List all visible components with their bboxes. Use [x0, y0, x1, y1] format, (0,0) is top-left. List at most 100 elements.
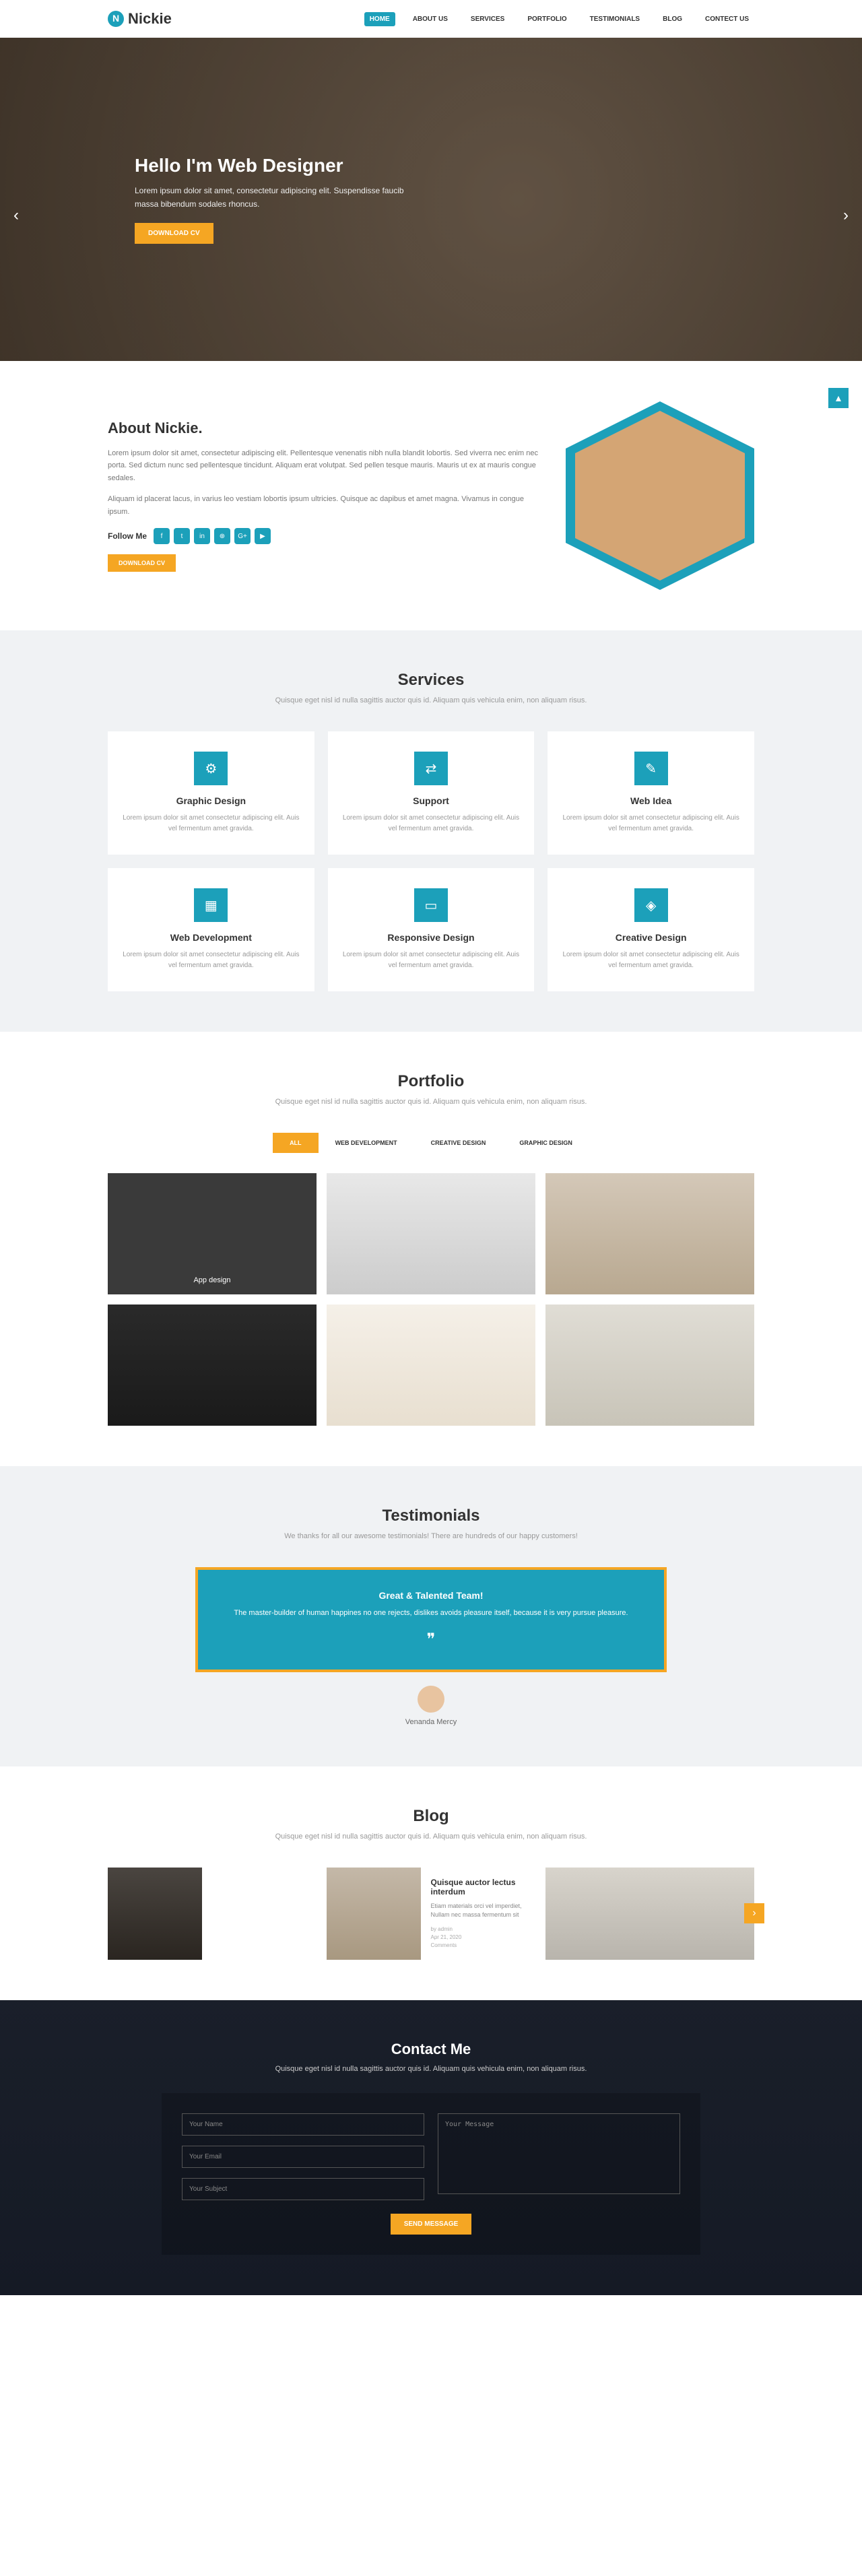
nav-services[interactable]: SERVICES: [465, 12, 510, 26]
blog-image: [108, 1868, 202, 1960]
service-desc: Lorem ipsum dolor sit amet consectetur a…: [341, 950, 521, 971]
quote-icon: ❞: [218, 1630, 644, 1649]
name-input[interactable]: [182, 2113, 424, 2136]
blog-date: Apr 21, 2020: [431, 1934, 526, 1942]
social-icons: f t in ⊕ G+ ▶: [154, 528, 271, 544]
service-icon: ⚙: [194, 752, 228, 785]
testimonial-text: The master-builder of human happines no …: [218, 1608, 644, 1620]
portfolio-item[interactable]: [545, 1173, 754, 1294]
portfolio-item[interactable]: [327, 1173, 535, 1294]
service-title: Graphic Design: [121, 795, 301, 806]
service-desc: Lorem ipsum dolor sit amet consectetur a…: [121, 813, 301, 834]
portfolio-title: Portfolio: [108, 1072, 754, 1091]
blog-item[interactable]: [108, 1868, 317, 1960]
service-title: Responsive Design: [341, 932, 521, 943]
logo[interactable]: Nickie: [108, 10, 172, 28]
linkedin-icon[interactable]: in: [194, 528, 210, 544]
testimonials-section: Testimonials We thanks for all our aweso…: [0, 1466, 862, 1766]
about-section: ▴ About Nickie. Lorem ipsum dolor sit am…: [0, 361, 862, 630]
hero-subtitle: Lorem ipsum dolor sit amet, consectetur …: [135, 185, 404, 210]
tab-web-dev[interactable]: WEB DEVELOPMENT: [319, 1133, 414, 1153]
services-title: Services: [108, 671, 754, 690]
blog-item[interactable]: Quisque auctor lectus interdum Etiam mat…: [327, 1868, 535, 1960]
tab-all[interactable]: ALL: [273, 1133, 319, 1153]
nav-contact[interactable]: CONTECT US: [700, 12, 754, 26]
message-input[interactable]: [438, 2113, 680, 2194]
author-avatar: [418, 1686, 444, 1713]
tab-creative[interactable]: CREATIVE DESIGN: [414, 1133, 503, 1153]
email-input[interactable]: [182, 2146, 424, 2168]
youtube-icon[interactable]: ▶: [255, 528, 271, 544]
facebook-icon[interactable]: f: [154, 528, 170, 544]
about-cta-button[interactable]: DOWNLOAD CV: [108, 554, 176, 572]
blog-title: Blog: [108, 1807, 754, 1826]
blog-post-title: Quisque auctor lectus interdum: [431, 1878, 526, 1896]
about-paragraph-1: Lorem ipsum dolor sit amet, consectetur …: [108, 447, 539, 485]
blog-comments: Comments: [431, 1942, 526, 1950]
about-title: About Nickie.: [108, 420, 539, 437]
portfolio-item[interactable]: [327, 1304, 535, 1426]
nav-testimonials[interactable]: TESTIMONIALS: [585, 12, 645, 26]
blog-next-arrow[interactable]: ›: [744, 1903, 764, 1923]
follow-label: Follow Me: [108, 531, 147, 541]
service-icon: ▭: [414, 888, 448, 922]
hero-cta-button[interactable]: DOWNLOAD CV: [135, 223, 213, 244]
service-title: Web Idea: [561, 795, 741, 806]
portfolio-item[interactable]: App design: [108, 1173, 317, 1294]
services-section: Services Quisque eget nisl id nulla sagi…: [0, 630, 862, 1032]
service-desc: Lorem ipsum dolor sit amet consectetur a…: [561, 950, 741, 971]
services-subtitle: Quisque eget nisl id nulla sagittis auct…: [108, 696, 754, 704]
nav-about[interactable]: ABOUT US: [407, 12, 453, 26]
service-icon: ✎: [634, 752, 668, 785]
portfolio-item[interactable]: [108, 1304, 317, 1426]
nav-blog[interactable]: BLOG: [657, 12, 688, 26]
about-paragraph-2: Aliquam id placerat lacus, in varius leo…: [108, 493, 539, 518]
hero-next-arrow[interactable]: ›: [836, 199, 855, 232]
contact-section: Contact Me Quisque eget nisl id nulla sa…: [0, 2000, 862, 2295]
hero-title: Hello I'm Web Designer: [135, 155, 727, 176]
testimonials-subtitle: We thanks for all our awesome testimonia…: [108, 1532, 754, 1540]
blog-image: [327, 1868, 421, 1960]
service-card: ✎Web IdeaLorem ipsum dolor sit amet cons…: [548, 731, 754, 855]
logo-icon: [108, 11, 124, 27]
subject-input[interactable]: [182, 2178, 424, 2200]
service-card: ⚙ Graphic Design Lorem ipsum dolor sit ame…: [108, 731, 314, 855]
blog-subtitle: Quisque eget nisl id nulla sagittis auct…: [108, 1832, 754, 1841]
portfolio-subtitle: Quisque eget nisl id nulla sagittis auct…: [108, 1098, 754, 1106]
portfolio-overlay-title: App design: [108, 1266, 317, 1294]
tab-graphic[interactable]: GRAPHIC DESIGN: [502, 1133, 589, 1153]
testimonials-title: Testimonials: [108, 1507, 754, 1525]
portfolio-item[interactable]: [545, 1304, 754, 1426]
service-title: Creative Design: [561, 932, 741, 943]
testimonial-box-title: Great & Talented Team!: [218, 1590, 644, 1601]
nav-home[interactable]: HOME: [364, 12, 395, 26]
service-desc: Lorem ipsum dolor sit amet consectetur a…: [341, 813, 521, 834]
main-nav: HOME ABOUT US SERVICES PORTFOLIO TESTIMO…: [364, 12, 754, 26]
logo-text: Nickie: [128, 10, 172, 28]
nav-portfolio[interactable]: PORTFOLIO: [522, 12, 572, 26]
instagram-icon[interactable]: ⊕: [214, 528, 230, 544]
hero-section: ‹ › Hello I'm Web Designer Lorem ipsum d…: [0, 38, 862, 361]
header: Nickie HOME ABOUT US SERVICES PORTFOLIO …: [0, 0, 862, 38]
send-message-button[interactable]: SEND MESSAGE: [391, 2214, 472, 2235]
blog-author: by admin: [431, 1925, 526, 1934]
blog-item[interactable]: [545, 1868, 754, 1960]
contact-subtitle: Quisque eget nisl id nulla sagittis auct…: [108, 2065, 754, 2073]
service-icon: ◈: [634, 888, 668, 922]
contact-title: Contact Me: [108, 2041, 754, 2058]
service-card: ◈ Creative Design Lorem ipsum dolor sit am…: [548, 868, 754, 991]
blog-section: Blog Quisque eget nisl id nulla sagittis…: [0, 1766, 862, 2000]
about-hexagon-image: [566, 401, 754, 590]
twitter-icon[interactable]: t: [174, 528, 190, 544]
service-desc: Lorem ipsum dolor sit amet consectetur a…: [121, 950, 301, 971]
service-card: ⇄SupportLorem ipsum dolor sit amet conse…: [328, 731, 535, 855]
service-icon: ▦: [194, 888, 228, 922]
hero-prev-arrow[interactable]: ‹: [7, 199, 26, 232]
scroll-top-button[interactable]: ▴: [828, 388, 849, 408]
blog-post-excerpt: Etiam materials orci vel imperdiet, Null…: [431, 1902, 526, 1920]
google-plus-icon[interactable]: G+: [234, 528, 251, 544]
service-card: ▦Web DevelopmentLorem ipsum dolor sit am…: [108, 868, 314, 991]
service-card: ▭ Responsive Design Lorem ipsum dolor sit …: [328, 868, 535, 991]
testimonial-card: Great & Talented Team! The master-builde…: [195, 1567, 667, 1672]
author-name: Venanda Mercy: [108, 1718, 754, 1726]
